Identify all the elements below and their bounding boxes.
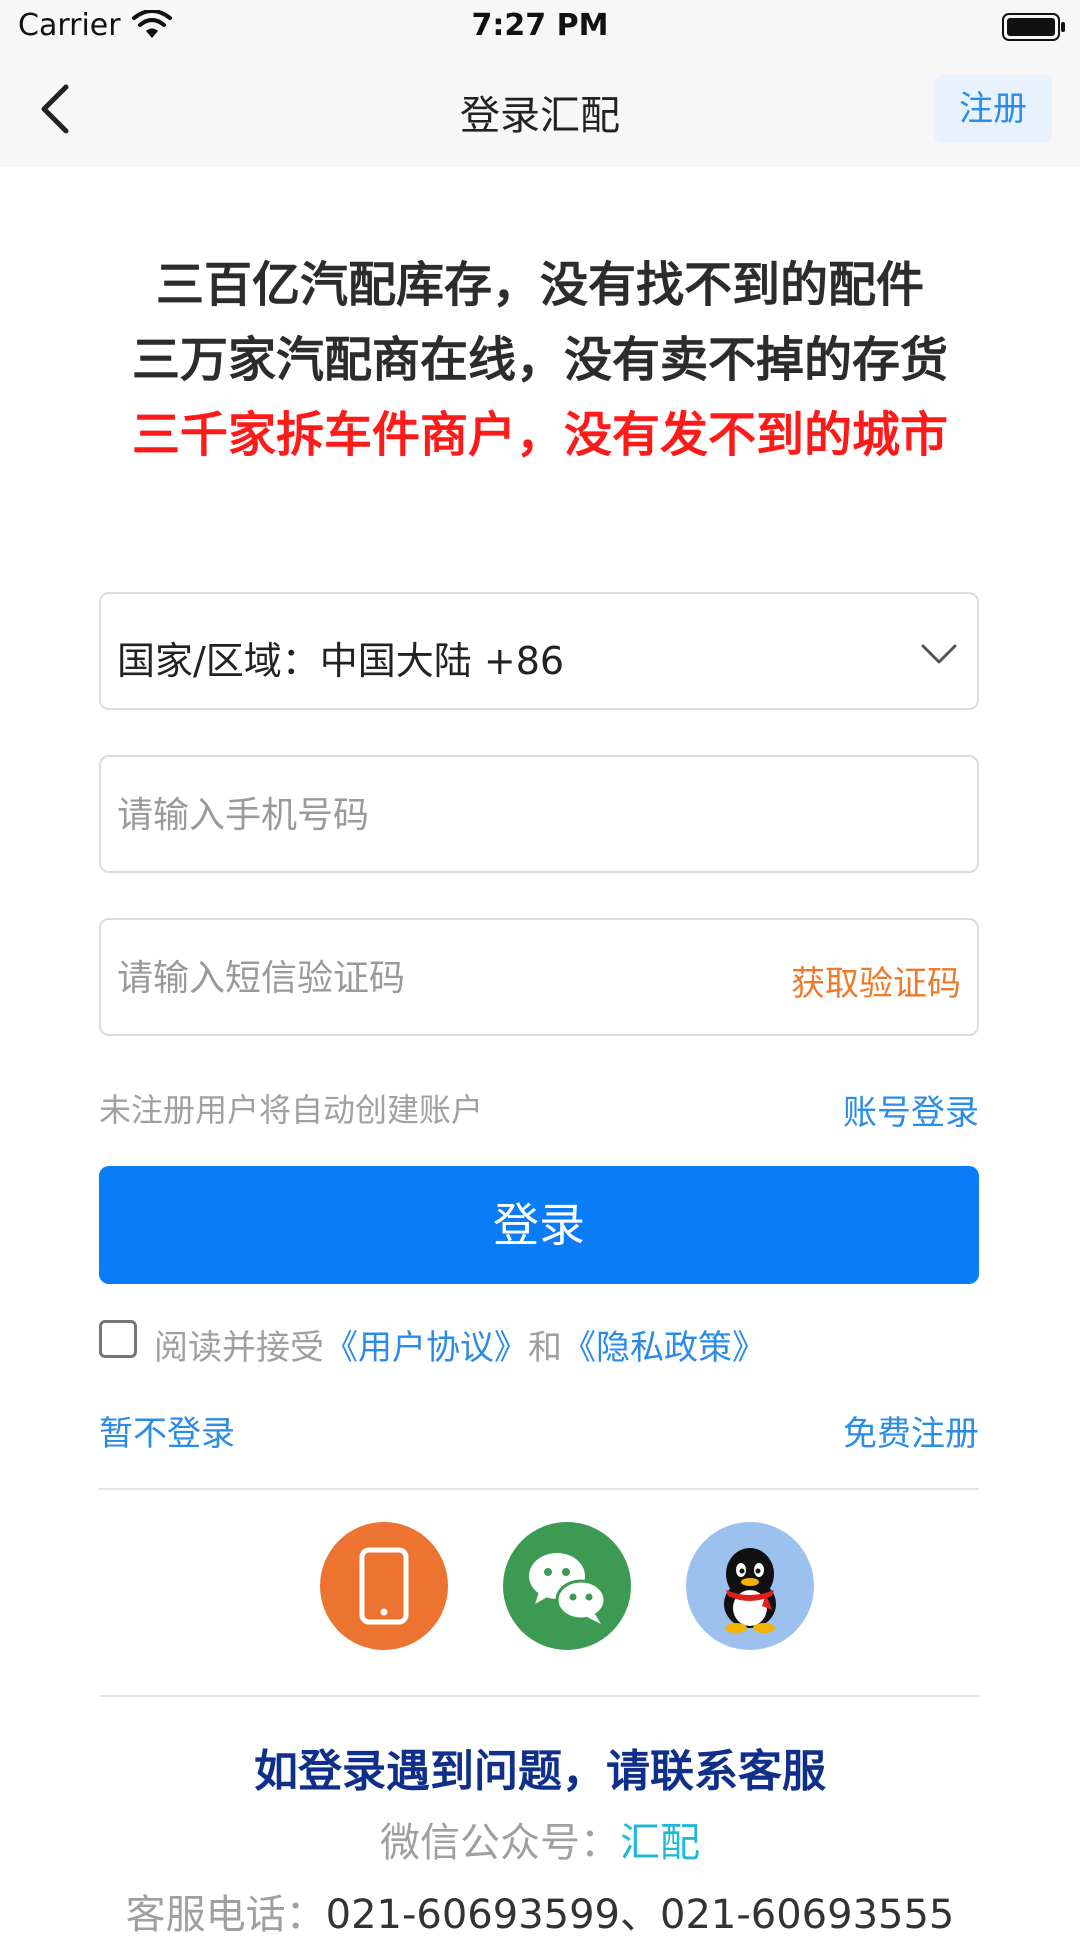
sms-code-input[interactable] bbox=[117, 946, 737, 1010]
account-login-link[interactable]: 账号登录 bbox=[843, 1085, 979, 1134]
qq-icon bbox=[724, 1548, 776, 1633]
agree-checkbox[interactable] bbox=[99, 1320, 137, 1358]
login-button[interactable]: 登录 bbox=[99, 1166, 979, 1284]
nav-bar: 登录汇配 注册 bbox=[0, 55, 1080, 167]
slogan-line-3: 三千家拆车件商户，没有发不到的城市 bbox=[131, 407, 948, 463]
phone-field bbox=[99, 755, 979, 873]
service-phone-numbers: 021-60693599、021-60693555 bbox=[325, 1892, 955, 1938]
country-selector[interactable]: 国家/区域：中国大陆 +86 bbox=[99, 592, 979, 710]
wechat-account-label: 微信公众号： bbox=[380, 1820, 620, 1866]
slogan-line-1: 三百亿汽配库存，没有找不到的配件 bbox=[155, 257, 924, 313]
phone-icon bbox=[359, 1547, 409, 1625]
sms-code-field: 获取验证码 bbox=[99, 918, 979, 1036]
slogan-line-2: 三万家汽配商在线，没有卖不掉的存货 bbox=[131, 332, 948, 388]
status-bar: Carrier 7:27 PM bbox=[0, 0, 1080, 55]
register-button[interactable]: 注册 bbox=[934, 75, 1052, 143]
status-time: 7:27 PM bbox=[471, 8, 609, 43]
user-agreement-link[interactable]: 《用户协议》 bbox=[324, 1328, 528, 1368]
country-label: 国家/区域：中国大陆 +86 bbox=[117, 639, 565, 683]
contact-title: 如登录遇到问题，请联系客服 bbox=[254, 1746, 826, 1797]
agreement-and: 和 bbox=[528, 1328, 562, 1368]
wechat-account-name: 汇配 bbox=[620, 1820, 700, 1866]
divider bbox=[99, 1488, 979, 1490]
skip-login-link[interactable]: 暂不登录 bbox=[99, 1406, 235, 1455]
battery-icon bbox=[1002, 13, 1065, 41]
service-phone-line: 客服电话：021-60693599、021-60693555 bbox=[0, 1882, 1080, 1940]
page-title: 登录汇配 bbox=[460, 93, 620, 139]
wechat-icon bbox=[529, 1553, 607, 1624]
agreement-prefix: 阅读并接受 bbox=[154, 1328, 324, 1368]
privacy-policy-link[interactable]: 《隐私政策》 bbox=[562, 1328, 766, 1368]
phone-input[interactable] bbox=[117, 783, 737, 847]
wechat-login-button[interactable] bbox=[503, 1522, 631, 1650]
chevron-down-icon bbox=[921, 644, 957, 664]
phone-login-button[interactable] bbox=[320, 1522, 448, 1650]
divider bbox=[99, 1695, 979, 1697]
qq-login-button[interactable] bbox=[686, 1522, 814, 1650]
wechat-account-line: 微信公众号：汇配 bbox=[0, 1810, 1080, 1868]
agreement-text: 阅读并接受《用户协议》和《隐私政策》 bbox=[154, 1320, 766, 1369]
get-code-button[interactable]: 获取验证码 bbox=[791, 956, 961, 1005]
service-phone-label: 客服电话： bbox=[125, 1892, 326, 1938]
auto-register-hint: 未注册用户将自动创建账户 bbox=[99, 1091, 484, 1129]
free-register-link[interactable]: 免费注册 bbox=[843, 1406, 979, 1455]
